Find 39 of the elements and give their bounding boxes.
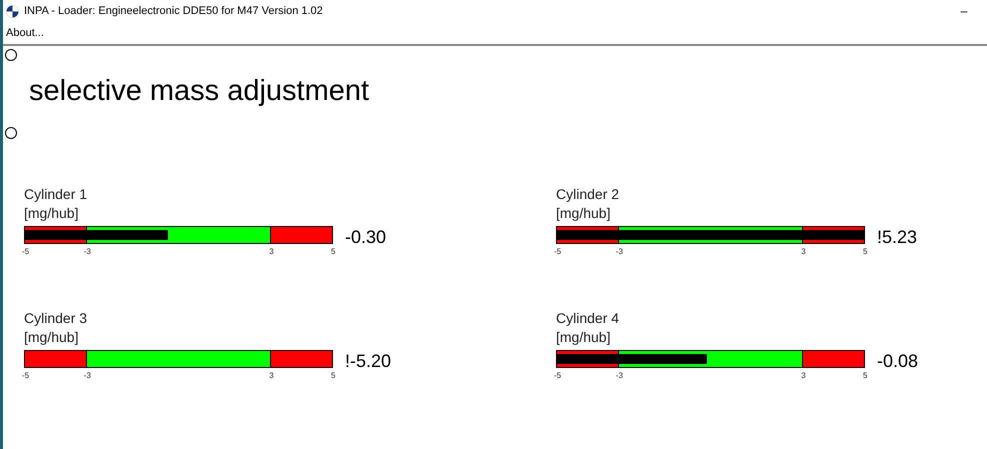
tick-label: 3	[801, 247, 806, 256]
tick-label: -3	[616, 371, 623, 380]
radio-circle[interactable]	[5, 49, 17, 61]
limit-zone	[270, 227, 332, 243]
page-heading: selective mass adjustment	[29, 74, 370, 109]
unit-label: [mg/hub]	[24, 328, 80, 347]
gauge-label: Cylinder 1	[24, 185, 88, 204]
tick-label: 5	[331, 247, 336, 256]
tick-label: 5	[331, 371, 336, 380]
tick-label: -3	[616, 247, 623, 256]
tick-label: -5	[22, 247, 30, 256]
tick-label: -3	[84, 371, 91, 380]
unit-label: [mg/hub]	[556, 328, 612, 347]
menu-item[interactable]: About...	[6, 27, 44, 39]
tick-label: 3	[269, 247, 274, 256]
app-icon	[6, 4, 19, 18]
tick-label: 3	[801, 371, 806, 380]
window-title: INPA - Loader: Engineelectronic DDE50 for M47 Version 1.02	[24, 5, 324, 17]
gauge-reading: !5.23	[877, 227, 918, 247]
gauge-reading: -0.08	[877, 351, 918, 371]
radio-circle[interactable]	[5, 127, 17, 139]
limit-zone	[270, 351, 332, 367]
tick-label: -5	[554, 247, 562, 256]
tick-label: 5	[863, 247, 868, 256]
minimize-button[interactable]: –	[949, 4, 979, 18]
tick-label: 5	[863, 371, 868, 380]
limit-zone	[25, 351, 86, 367]
gauge-label: Cylinder 3	[24, 309, 88, 328]
gauge-reading: -0.30	[345, 227, 386, 247]
gauge-reading: !-5.20	[345, 351, 392, 371]
tick-label: 3	[269, 371, 274, 380]
gauge-label: Cylinder 2	[556, 185, 620, 204]
limit-zone	[802, 351, 864, 367]
unit-label: [mg/hub]	[24, 204, 80, 223]
gauge-label: Cylinder 4	[556, 309, 620, 328]
unit-label: [mg/hub]	[556, 204, 612, 223]
tick-label: -3	[84, 247, 91, 256]
tick-label: -5	[554, 371, 562, 380]
tick-label: -5	[22, 371, 30, 380]
